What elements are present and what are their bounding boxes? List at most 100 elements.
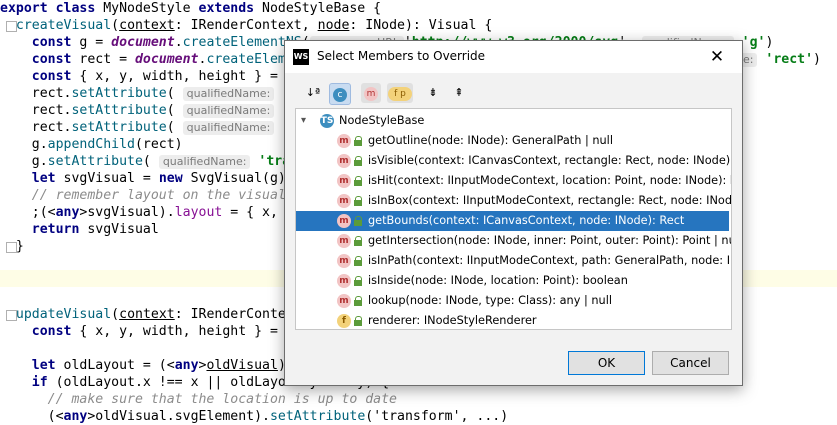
tree-root-nodestylebase[interactable]: ▾ TS NodeStyleBase [296,111,729,131]
dialog-title: Select Members to Override [317,49,486,63]
public-lock-icon [354,276,362,286]
code-token: if [31,375,56,390]
member-row[interactable]: f renderer: INodeStyleRenderer [296,311,729,329]
member-row[interactable]: m getBounds(context: ICanvasContext, node… [296,211,729,231]
chevron-down-icon[interactable]: ▾ [301,111,306,131]
member-row[interactable]: m getIntersection(node: INode, inner: Poi… [296,231,732,251]
code-token: layout [174,205,223,220]
method-icon: m [337,254,351,268]
public-lock-icon [354,236,362,246]
code-token: any [55,205,80,220]
code-token: rect = [79,52,135,67]
code-token: rect. [0,120,72,135]
sort-alpha-icon[interactable]: ↓ª [303,83,323,103]
code-token: new [158,171,191,186]
code-token: setAttribute [71,86,167,101]
code-token: { x, y, width, height } = [79,324,286,339]
member-row[interactable]: m isInBox(context: IInputModeContext, rec… [296,191,732,211]
close-icon[interactable]: ✕ [705,45,729,69]
public-lock-icon [354,176,362,186]
show-classes-icon[interactable]: c [329,83,351,105]
parameter-hint: qualifiedName: [158,155,251,169]
method-icon: m [337,154,351,168]
member-label: renderer: INodeStyleRenderer [368,314,537,327]
member-row[interactable]: m isInside(node: INode, location: Point):… [296,271,729,291]
member-row[interactable]: m isInPath(context: IInputModeContext, pa… [296,251,731,271]
method-icon: m [337,194,351,208]
code-token: g. [0,137,48,152]
code-token: svgVisual [87,222,159,237]
member-label: isInBox(context: IInputModeContext, rect… [368,194,732,207]
code-token: const [31,35,80,50]
field-icon: f [337,314,351,328]
parameter-hint: qualifiedName: [182,104,275,118]
fold-marker[interactable] [6,21,17,32]
code-token: // remember layout on the visual [31,188,286,203]
show-methods-icon[interactable]: m [361,83,381,103]
fold-marker[interactable] [6,242,17,253]
code-token: export class [0,1,104,16]
code-line: createVisual(context: IRenderContext, no… [0,17,492,34]
code-token: context [119,18,175,33]
code-token: ) [813,52,821,67]
code-token: let [31,171,64,186]
cancel-button[interactable]: Cancel [652,351,729,375]
members-tree[interactable]: ▾ TS NodeStyleBase m getOutline(node: INo… [295,108,732,330]
parameter-hint: qualifiedName: [182,121,275,135]
code-token: createVisual [15,18,112,33]
code-token: svgVisual = [63,171,159,186]
code-token: SvgVisual(g) [190,171,286,186]
dialog-toolbar: ↓ª c m f p ⇟ ⇞ [285,79,742,107]
ok-button[interactable]: OK [568,351,645,375]
code-token: const [31,52,80,67]
code-token: document [111,35,175,50]
code-token: const [31,69,80,84]
expand-all-icon[interactable]: ⇟ [423,83,443,103]
code-token: document [134,52,199,67]
member-label: getBounds(context: ICanvasContext, node:… [368,214,685,227]
public-lock-icon [354,216,362,226]
fold-marker[interactable] [6,310,17,321]
public-lock-icon [354,156,362,166]
code-token: updateVisual [15,307,112,322]
collapse-all-icon[interactable]: ⇞ [449,83,469,103]
dialog-titlebar: WS Select Members to Override ✕ [285,41,742,73]
code-token: node [317,18,350,33]
code-token: oldLayout = (< [63,358,175,373]
member-label: getIntersection(node: INode, inner: Poin… [368,234,732,247]
code-token: extends [198,1,263,16]
code-token: g = [79,35,112,50]
public-lock-icon [354,256,362,266]
code-token: rect. [0,103,72,118]
member-row[interactable]: m lookup(node: INode, type: Class): any |… [296,291,729,311]
show-fields-icon[interactable]: f p [387,83,413,103]
method-icon: m [337,274,351,288]
member-row[interactable]: m isHit(context: IInputModeContext, locat… [296,171,731,191]
method-icon: m [337,174,351,188]
code-token: setAttribute [269,409,366,424]
code-token: let [31,358,64,373]
code-token: MyNodeStyle [103,1,199,16]
code-token: >oldVisual.svgElement). [87,409,270,424]
code-line: // remember layout on the visual [0,187,286,204]
code-token: . [174,35,183,50]
code-token: : IRenderContext, [174,18,318,33]
method-icon: m [337,134,351,148]
parameter-hint: qualifiedName: [182,87,275,101]
code-line: return svgVisual [0,221,159,238]
member-label: getOutline(node: INode): GeneralPath | n… [368,134,613,147]
public-lock-icon [354,136,362,146]
code-line: g.appendChild(rect) [0,136,183,153]
member-row[interactable]: m getOutline(node: INode): GeneralPath | … [296,131,729,151]
typescript-class-icon: TS [320,114,334,128]
code-token: const [31,324,80,339]
member-label: lookup(node: INode, type: Class): any | … [368,294,612,307]
member-row[interactable]: m isVisible(context: ICanvasContext, rect… [296,151,731,171]
code-line: export class MyNodeStyle extends NodeSty… [0,0,381,17]
code-token: ( [166,120,183,135]
code-token: ( [111,307,120,322]
